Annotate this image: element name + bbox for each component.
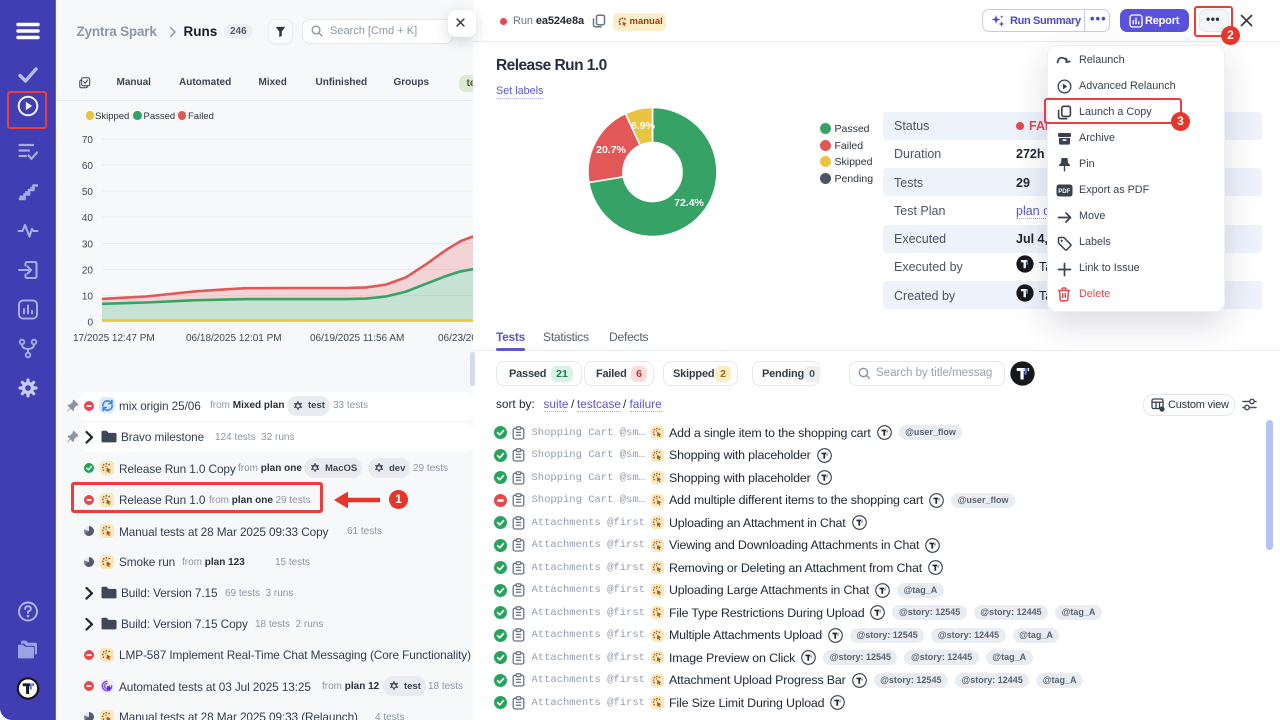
svg-text:06/23/202: 06/23/202: [438, 333, 473, 344]
svg-text:0: 0: [87, 318, 93, 329]
svg-text:10: 10: [82, 292, 94, 303]
svg-text:40: 40: [82, 213, 94, 224]
svg-text:50: 50: [82, 187, 94, 198]
svg-text:06/18/2025 12:01 PM: 06/18/2025 12:01 PM: [186, 333, 282, 344]
svg-text:60: 60: [82, 161, 94, 172]
svg-text:06/19/2025 11:56 AM: 06/19/2025 11:56 AM: [310, 333, 404, 344]
svg-text:17/2025 12:47 PM: 17/2025 12:47 PM: [73, 333, 155, 344]
svg-text:30: 30: [82, 240, 94, 251]
svg-text:PDF: PDF: [1058, 189, 1070, 195]
svg-text:70: 70: [82, 135, 94, 146]
svg-text:20: 20: [82, 266, 94, 277]
